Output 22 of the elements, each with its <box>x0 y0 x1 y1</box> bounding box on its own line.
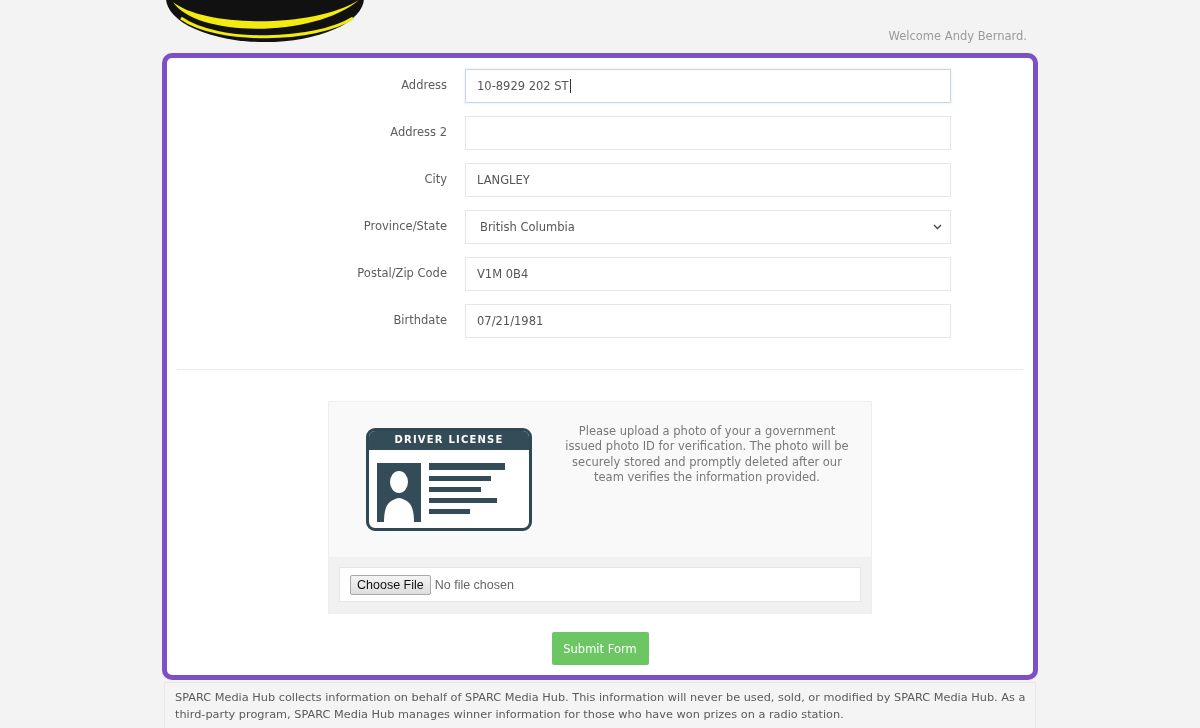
field-label: Postal/Zip Code <box>357 265 447 280</box>
field-label: City <box>424 171 447 186</box>
select-value: British Columbia <box>480 220 575 234</box>
field-label: Province/State <box>363 218 447 233</box>
field-label: Birthdate <box>393 312 447 327</box>
card-title: DRIVER LICENSE <box>369 431 529 450</box>
input-field[interactable]: LANGLEY <box>465 163 951 197</box>
province-select[interactable]: British Columbia <box>465 210 951 244</box>
disclaimer-text: SPARC Media Hub collects information on behalf of SPARC Media Hub. This information will never be used, sold, or modified by SPARC Media Hub. As a third-party program, SPARC Media Hub manages winner information for those who have won prizes on a radio station. <box>175 690 1027 723</box>
chevron-down-icon <box>933 224 942 230</box>
choose-file-button[interactable]: Choose File <box>350 574 431 595</box>
field-label: Address <box>401 77 447 92</box>
input-field[interactable] <box>465 116 951 150</box>
text-cursor <box>569 79 571 93</box>
upload-instructions: Please upload a photo of your a government issued photo ID for verification. The photo will be securely stored and promptly deleted after our team verifies the information provided. <box>564 424 850 486</box>
input-field[interactable]: V1M 0B4 <box>465 257 951 291</box>
welcome-text: Welcome Andy Bernard. <box>888 29 1027 43</box>
file-upload-field[interactable]: Choose File No file chosen <box>339 567 861 602</box>
file-status-text: No file chosen <box>434 577 514 592</box>
input-field[interactable]: 07/21/1981 <box>465 304 951 338</box>
input-field[interactable]: 10-8929 202 ST <box>465 69 951 103</box>
field-label: Address 2 <box>390 124 447 139</box>
